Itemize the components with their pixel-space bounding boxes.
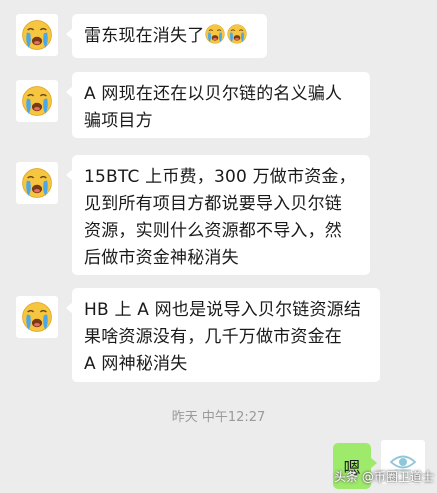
- message-text-line: 见到所有项目方都说要导入贝尔链: [84, 194, 342, 214]
- crying-face-icon: [20, 84, 54, 118]
- crying-face-icon: [20, 166, 54, 200]
- crying-face-icon: [20, 18, 54, 52]
- message-text-line: 资源，实则什么资源都不导入，然: [84, 221, 342, 241]
- message-text-line: A 网现在还在以贝尔链的名义骗人: [84, 84, 343, 104]
- timestamp: 昨天 中午12:27: [171, 410, 266, 425]
- message-text-line: 后做市资金神秘消失: [84, 248, 239, 268]
- message-text-line: 骗项目方: [84, 111, 153, 131]
- message-text-line: HB 上 A 网也是说导入贝尔链资源结: [84, 300, 362, 320]
- message-bubble[interactable]: HB 上 A 网也是说导入贝尔链资源结 果啥资源没有，几千万做市资金在 A 网神…: [66, 288, 380, 382]
- message-text-line: 15BTC 上币费，300 万做市资金，: [84, 167, 356, 187]
- message-text: 雷东现在消失了: [84, 26, 205, 46]
- avatar[interactable]: [16, 296, 58, 338]
- crying-face-icon: [226, 23, 248, 45]
- crying-face-icon: [204, 23, 226, 45]
- message-bubble[interactable]: 15BTC 上币费，300 万做市资金， 见到所有项目方都说要导入贝尔链 资源，…: [66, 155, 370, 275]
- avatar[interactable]: [16, 162, 58, 204]
- avatar[interactable]: [16, 14, 58, 56]
- message-bubble[interactable]: A 网现在还在以贝尔链的名义骗人 骗项目方: [66, 72, 370, 138]
- message-bubble[interactable]: 雷东现在消失了: [66, 14, 267, 58]
- avatar[interactable]: [16, 80, 58, 122]
- message-text-line: A 网神秘消失: [84, 354, 188, 374]
- watermark: 头条 @币圈卫道士: [334, 470, 434, 484]
- crying-face-icon: [20, 300, 54, 334]
- message-text-line: 果啥资源没有，几千万做市资金在: [84, 327, 342, 347]
